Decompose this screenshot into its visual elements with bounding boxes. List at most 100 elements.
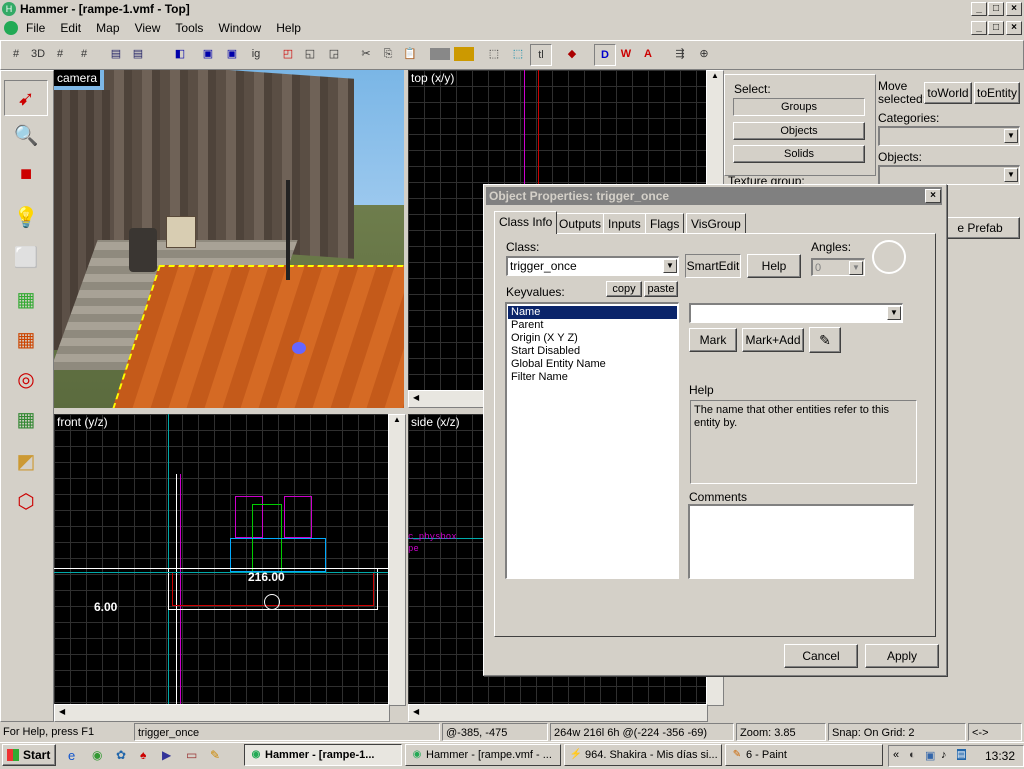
task-paint[interactable]: ✎ 6 - Paint [725,744,883,766]
side-hscroll[interactable]: ◀ [408,704,708,722]
block-tool[interactable]: ⬜ [4,240,48,276]
quicklaunch-app7-icon[interactable]: ✎ [210,748,226,764]
mark-add-button[interactable]: Mark+Add [742,328,804,352]
toggle-tl-icon[interactable]: tl [530,44,552,66]
close-button[interactable]: × [1006,2,1022,16]
to-entity-button[interactable]: toEntity [974,82,1020,104]
vertex-tool[interactable]: ⬡ [4,484,48,520]
box-icon[interactable]: ◲ [324,44,344,64]
ignore-groups-icon[interactable]: ig [246,44,266,64]
3d-grid-icon[interactable]: 3D [28,44,48,64]
minimize-button[interactable]: _ [971,2,987,16]
quicklaunch-app6-icon[interactable]: ▭ [186,748,202,764]
select-objects-button[interactable]: Objects [733,122,865,140]
camera-tool[interactable]: ■ [4,156,48,192]
menu-help[interactable]: Help [270,18,307,38]
copy-button[interactable]: copy [606,281,642,297]
menu-window[interactable]: Window [213,18,268,38]
list-item[interactable]: Start Disabled [508,345,677,358]
unhide-icon[interactable]: ◱ [300,44,320,64]
quicklaunch-ie-icon[interactable]: e [68,748,84,764]
class-combo[interactable]: trigger_once ▼ [506,256,679,276]
select-groups-button[interactable]: Groups [733,98,865,116]
tab-class-info[interactable]: Class Info [494,211,558,234]
chevron-down-icon[interactable]: ▼ [663,259,677,273]
start-button[interactable]: Start [2,744,56,766]
menu-map[interactable]: Map [90,18,125,38]
doc-restore-button[interactable]: □ [988,21,1004,35]
front-vscroll[interactable]: ▲ [388,414,406,706]
create-prefab-button[interactable]: e Prefab [940,217,1020,239]
cancel-button[interactable]: Cancel [784,644,858,668]
maximize-button[interactable]: □ [988,2,1004,16]
quicklaunch-app4-icon[interactable]: ♠ [140,748,156,764]
carve-icon[interactable]: ◧ [170,44,190,64]
paste-button[interactable]: paste [644,281,678,297]
list-item[interactable]: Global Entity Name [508,358,677,371]
compile-icon[interactable]: ⊕ [694,44,714,64]
front-hscroll[interactable]: ◀ [54,704,390,722]
texture-app-tool[interactable]: ▦ [4,282,48,318]
task-hammer-2[interactable]: ◉ Hammer - [rampe.vmf - ... [405,744,561,766]
overlay-tool[interactable]: ▦ [4,402,48,438]
task-winamp[interactable]: ⚡ 964. Shakira - Mis días si... [564,744,722,766]
selection-dotted-icon[interactable]: ⬚ [508,44,528,64]
select-solids-button[interactable]: Solids [733,145,865,163]
list-item[interactable]: Name [508,306,677,319]
tab-flags[interactable]: Flags [645,213,685,233]
hide-icon[interactable]: ◰ [278,44,298,64]
selection-tool[interactable]: ➹ [4,80,48,116]
tray-network-icon[interactable]: ▣ [925,749,935,762]
grid-bigger-icon[interactable]: # [74,44,94,64]
smartedit-button[interactable]: SmartEdit [685,254,741,278]
tray-app-icon[interactable]: ▤ [957,749,966,760]
mark-button[interactable]: Mark [689,328,737,352]
quicklaunch-app3-icon[interactable]: ✿ [116,748,132,764]
angles-combo[interactable]: 0 ▼ [811,258,865,276]
menu-edit[interactable]: Edit [54,18,87,38]
draw-a-icon[interactable]: A [638,44,658,64]
keyvalues-list[interactable]: Name Parent Origin (X Y Z) Start Disable… [505,302,679,579]
menu-tools[interactable]: Tools [169,18,209,38]
menu-file[interactable]: File [20,18,51,38]
to-world-button[interactable]: toWorld [924,82,972,104]
group-icon[interactable]: ▣ [198,44,218,64]
paste-icon[interactable]: 📋 [400,44,420,64]
eyedropper-button[interactable]: ✎ [809,327,841,353]
decal-tool[interactable]: ◎ [4,362,48,398]
grid-toggle-icon[interactable]: # [50,44,70,64]
doc-close-button[interactable]: × [1006,21,1022,35]
layers-icon[interactable]: ▤ [106,44,126,64]
comments-field[interactable] [688,504,914,579]
list-item[interactable]: Filter Name [508,371,677,384]
tab-outputs[interactable]: Outputs [554,213,607,233]
layers2-icon[interactable]: ▤ [128,44,148,64]
magnify-tool[interactable]: 🔍 [4,118,48,154]
selection-box-icon[interactable]: ⬚ [484,44,504,64]
help-button[interactable]: Help [747,254,801,278]
texture-icon[interactable] [430,48,450,60]
flip-icon[interactable]: ◆ [562,44,582,64]
entity-tool[interactable]: 💡 [4,200,48,236]
front-viewport[interactable]: front (y/z) 216.00 6.00 [54,414,388,704]
apply-button[interactable]: Apply [865,644,939,668]
grid-icon[interactable]: # [6,44,26,64]
ungroup-icon[interactable]: ▣ [222,44,242,64]
list-item[interactable]: Origin (X Y Z) [508,332,677,345]
chevron-down-icon[interactable]: ▼ [1004,168,1018,182]
task-hammer-1[interactable]: ◉ Hammer - [rampe-1... [244,744,402,766]
tray-expand-icon[interactable]: « [893,749,899,761]
objects-combo[interactable]: ▼ [878,165,1020,185]
doc-minimize-button[interactable]: _ [971,21,987,35]
categories-combo[interactable]: ▼ [878,126,1020,146]
tray-steam-icon[interactable]: ◐ [909,749,916,761]
copy-icon[interactable]: ⎘ [378,44,398,64]
draw-w-icon[interactable]: W [616,44,636,64]
quicklaunch-media-icon[interactable]: ▶ [162,748,178,764]
tab-inputs[interactable]: Inputs [603,213,646,233]
cut-icon[interactable]: ✂ [356,44,376,64]
apply-texture-tool[interactable]: ▦ [4,322,48,358]
draw-d-icon[interactable]: D [594,44,616,66]
camera-viewport[interactable]: camera [54,70,404,408]
menu-view[interactable]: View [129,18,167,38]
